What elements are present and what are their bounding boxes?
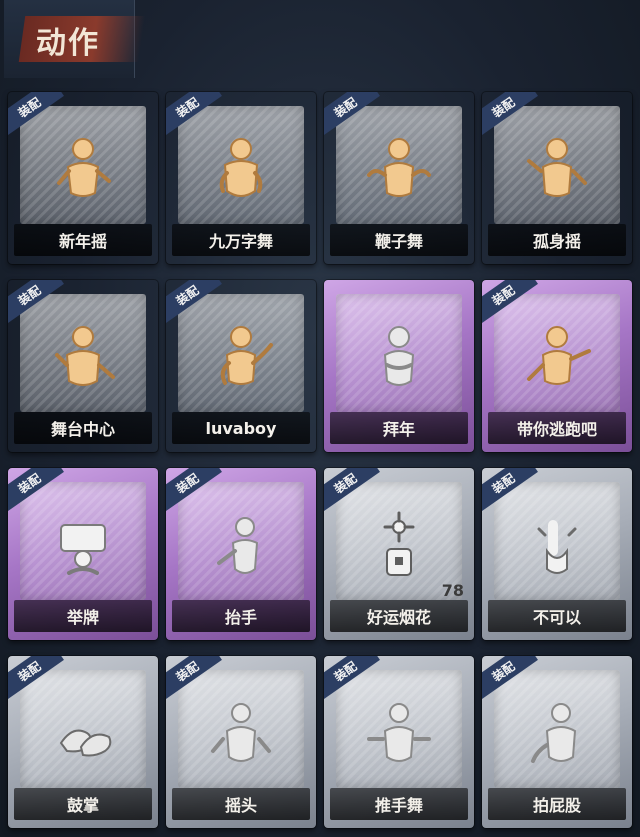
dance-figure-icon: [43, 319, 123, 399]
finger-wag-icon: [517, 507, 597, 587]
item-count: 78: [441, 581, 464, 600]
pat-figure-icon: [517, 695, 597, 775]
dance-figure-icon: [359, 131, 439, 211]
action-card[interactable]: 装配 推手舞: [324, 656, 474, 828]
card-label: 拜年: [330, 412, 468, 444]
action-card[interactable]: 拜年: [324, 280, 474, 452]
action-card[interactable]: 装配 摇头: [166, 656, 316, 828]
action-card[interactable]: 装配 孤身摇: [482, 92, 632, 264]
card-label: 不可以: [488, 600, 626, 632]
action-card[interactable]: 装配 新年摇: [8, 92, 158, 264]
dance-figure-icon: [517, 131, 597, 211]
card-label: 鼓掌: [14, 788, 152, 820]
card-label: 举牌: [14, 600, 152, 632]
hold-sign-icon: [43, 507, 123, 587]
action-card[interactable]: 装配 带你逃跑吧: [482, 280, 632, 452]
actions-grid: 装配 新年摇 装配 九万字舞 装配 鞭子舞 装配 孤身摇 装配 舞台中心 装配 …: [0, 0, 640, 837]
action-card[interactable]: 装配 举牌: [8, 468, 158, 640]
clap-hands-icon: [43, 695, 123, 775]
action-card[interactable]: 装配 舞台中心: [8, 280, 158, 452]
bow-figure-icon: [359, 319, 439, 399]
card-label: 抬手: [172, 600, 310, 632]
card-label: 摇头: [172, 788, 310, 820]
action-card[interactable]: 装配 抬手: [166, 468, 316, 640]
action-card[interactable]: 装配 拍屁股: [482, 656, 632, 828]
action-card[interactable]: 装配 不可以: [482, 468, 632, 640]
action-card[interactable]: 装配 luvaboy: [166, 280, 316, 452]
card-label: luvaboy: [172, 412, 310, 444]
shake-head-figure-icon: [201, 695, 281, 775]
card-label: 孤身摇: [488, 224, 626, 256]
dance-figure-icon: [201, 131, 281, 211]
action-card[interactable]: 装配 78 好运烟花: [324, 468, 474, 640]
action-card[interactable]: 装配 九万字舞: [166, 92, 316, 264]
card-label: 鞭子舞: [330, 224, 468, 256]
pointing-figure-icon: [517, 319, 597, 399]
raise-hand-figure-icon: [201, 507, 281, 587]
card-label: 新年摇: [14, 224, 152, 256]
action-card[interactable]: 装配 鼓掌: [8, 656, 158, 828]
card-label: 舞台中心: [14, 412, 152, 444]
push-hands-figure-icon: [359, 695, 439, 775]
action-card[interactable]: 装配 鞭子舞: [324, 92, 474, 264]
firework-icon: [359, 507, 439, 587]
card-label: 九万字舞: [172, 224, 310, 256]
card-label: 拍屁股: [488, 788, 626, 820]
dance-figure-icon: [43, 131, 123, 211]
dance-figure-icon: [201, 319, 281, 399]
card-label: 带你逃跑吧: [488, 412, 626, 444]
card-label: 好运烟花: [330, 600, 468, 632]
card-label: 推手舞: [330, 788, 468, 820]
